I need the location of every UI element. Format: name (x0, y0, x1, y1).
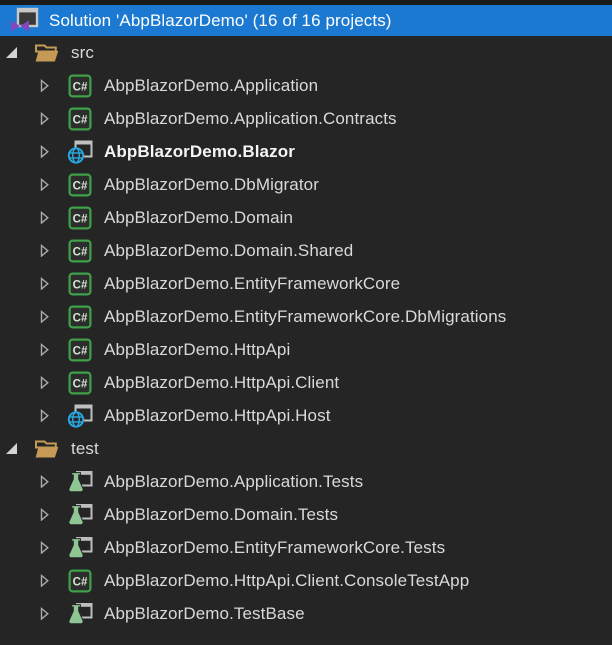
tree-item-project[interactable]: AbpBlazorDemo.DbMigrator (0, 168, 612, 201)
tree-item-project[interactable]: AbpBlazorDemo.TestBase (0, 597, 612, 630)
tree-item-project[interactable]: AbpBlazorDemo.Domain (0, 201, 612, 234)
project-name: AbpBlazorDemo.HttpApi.Client (104, 373, 339, 393)
chevron-collapsed-icon[interactable] (38, 475, 51, 488)
project-name: AbpBlazorDemo.TestBase (104, 604, 305, 624)
tree-item-project[interactable]: AbpBlazorDemo.HttpApi.Client (0, 366, 612, 399)
folder-open-icon (34, 41, 60, 65)
chevron-collapsed-icon[interactable] (38, 508, 51, 521)
test-project-icon (67, 536, 93, 560)
chevron-collapsed-icon[interactable] (38, 343, 51, 356)
csharp-project-icon (67, 338, 93, 362)
chevron-collapsed-icon[interactable] (38, 376, 51, 389)
chevron-collapsed-icon[interactable] (38, 607, 51, 620)
chevron-collapsed-icon[interactable] (38, 277, 51, 290)
test-project-icon (67, 470, 93, 494)
tree-item-project[interactable]: AbpBlazorDemo.Application.Contracts (0, 102, 612, 135)
tree-item-folder-src[interactable]: src (0, 36, 612, 69)
chevron-collapsed-icon[interactable] (38, 244, 51, 257)
tree-item-project[interactable]: AbpBlazorDemo.EntityFrameworkCore.Tests (0, 531, 612, 564)
csharp-project-icon (67, 107, 93, 131)
web-project-icon (67, 140, 93, 164)
project-name: AbpBlazorDemo.HttpApi.Client.ConsoleTest… (104, 571, 469, 591)
project-name: AbpBlazorDemo.Domain (104, 208, 293, 228)
tree-item-project[interactable]: AbpBlazorDemo.Domain.Shared (0, 234, 612, 267)
chevron-collapsed-icon[interactable] (38, 541, 51, 554)
test-project-icon (67, 503, 93, 527)
tree-item-project[interactable]: AbpBlazorDemo.Domain.Tests (0, 498, 612, 531)
csharp-project-icon (67, 173, 93, 197)
csharp-project-icon (67, 206, 93, 230)
chevron-expanded-icon[interactable] (5, 442, 18, 455)
csharp-project-icon (67, 569, 93, 593)
folder-open-icon (34, 437, 60, 461)
web-project-icon (67, 404, 93, 428)
tree-item-project[interactable]: AbpBlazorDemo.HttpApi.Host (0, 399, 612, 432)
tree-item-project-startup[interactable]: AbpBlazorDemo.Blazor (0, 135, 612, 168)
csharp-project-icon (67, 239, 93, 263)
chevron-collapsed-icon[interactable] (38, 145, 51, 158)
solution-explorer-tree: Solution 'AbpBlazorDemo' (16 of 16 proje… (0, 0, 612, 645)
folder-label: src (71, 43, 94, 63)
project-name: AbpBlazorDemo.HttpApi.Host (104, 406, 331, 426)
chevron-collapsed-icon[interactable] (38, 211, 51, 224)
project-name: AbpBlazorDemo.Domain.Shared (104, 241, 353, 261)
project-name: AbpBlazorDemo.Domain.Tests (104, 505, 338, 525)
project-name: AbpBlazorDemo.HttpApi (104, 340, 290, 360)
tree-item-project[interactable]: AbpBlazorDemo.EntityFrameworkCore (0, 267, 612, 300)
chevron-collapsed-icon[interactable] (38, 310, 51, 323)
project-name: AbpBlazorDemo.EntityFrameworkCore.Tests (104, 538, 445, 558)
tree-item-folder-test[interactable]: test (0, 432, 612, 465)
solution-label: Solution 'AbpBlazorDemo' (16 of 16 proje… (49, 11, 392, 31)
csharp-project-icon (67, 272, 93, 296)
chevron-collapsed-icon[interactable] (38, 178, 51, 191)
tree-item-project[interactable]: AbpBlazorDemo.Application.Tests (0, 465, 612, 498)
tree-item-project[interactable]: AbpBlazorDemo.HttpApi (0, 333, 612, 366)
project-name: AbpBlazorDemo.Application (104, 76, 318, 96)
visual-studio-solution-icon (10, 7, 39, 34)
project-name: AbpBlazorDemo.EntityFrameworkCore.DbMigr… (104, 307, 506, 327)
folder-label: test (71, 439, 99, 459)
project-name: AbpBlazorDemo.EntityFrameworkCore (104, 274, 400, 294)
chevron-collapsed-icon[interactable] (38, 79, 51, 92)
csharp-project-icon (67, 74, 93, 98)
tree-item-project[interactable]: AbpBlazorDemo.EntityFrameworkCore.DbMigr… (0, 300, 612, 333)
csharp-project-icon (67, 371, 93, 395)
project-name: AbpBlazorDemo.Application.Tests (104, 472, 363, 492)
test-project-icon (67, 602, 93, 626)
tree-item-project[interactable]: AbpBlazorDemo.HttpApi.Client.ConsoleTest… (0, 564, 612, 597)
project-name: AbpBlazorDemo.Application.Contracts (104, 109, 397, 129)
csharp-project-icon (67, 305, 93, 329)
project-name: AbpBlazorDemo.DbMigrator (104, 175, 319, 195)
chevron-collapsed-icon[interactable] (38, 112, 51, 125)
chevron-collapsed-icon[interactable] (38, 409, 51, 422)
chevron-expanded-icon[interactable] (5, 46, 18, 59)
tree-item-project[interactable]: AbpBlazorDemo.Application (0, 69, 612, 102)
tree-item-solution[interactable]: Solution 'AbpBlazorDemo' (16 of 16 proje… (0, 5, 612, 36)
chevron-collapsed-icon[interactable] (38, 574, 51, 587)
project-name: AbpBlazorDemo.Blazor (104, 142, 295, 162)
